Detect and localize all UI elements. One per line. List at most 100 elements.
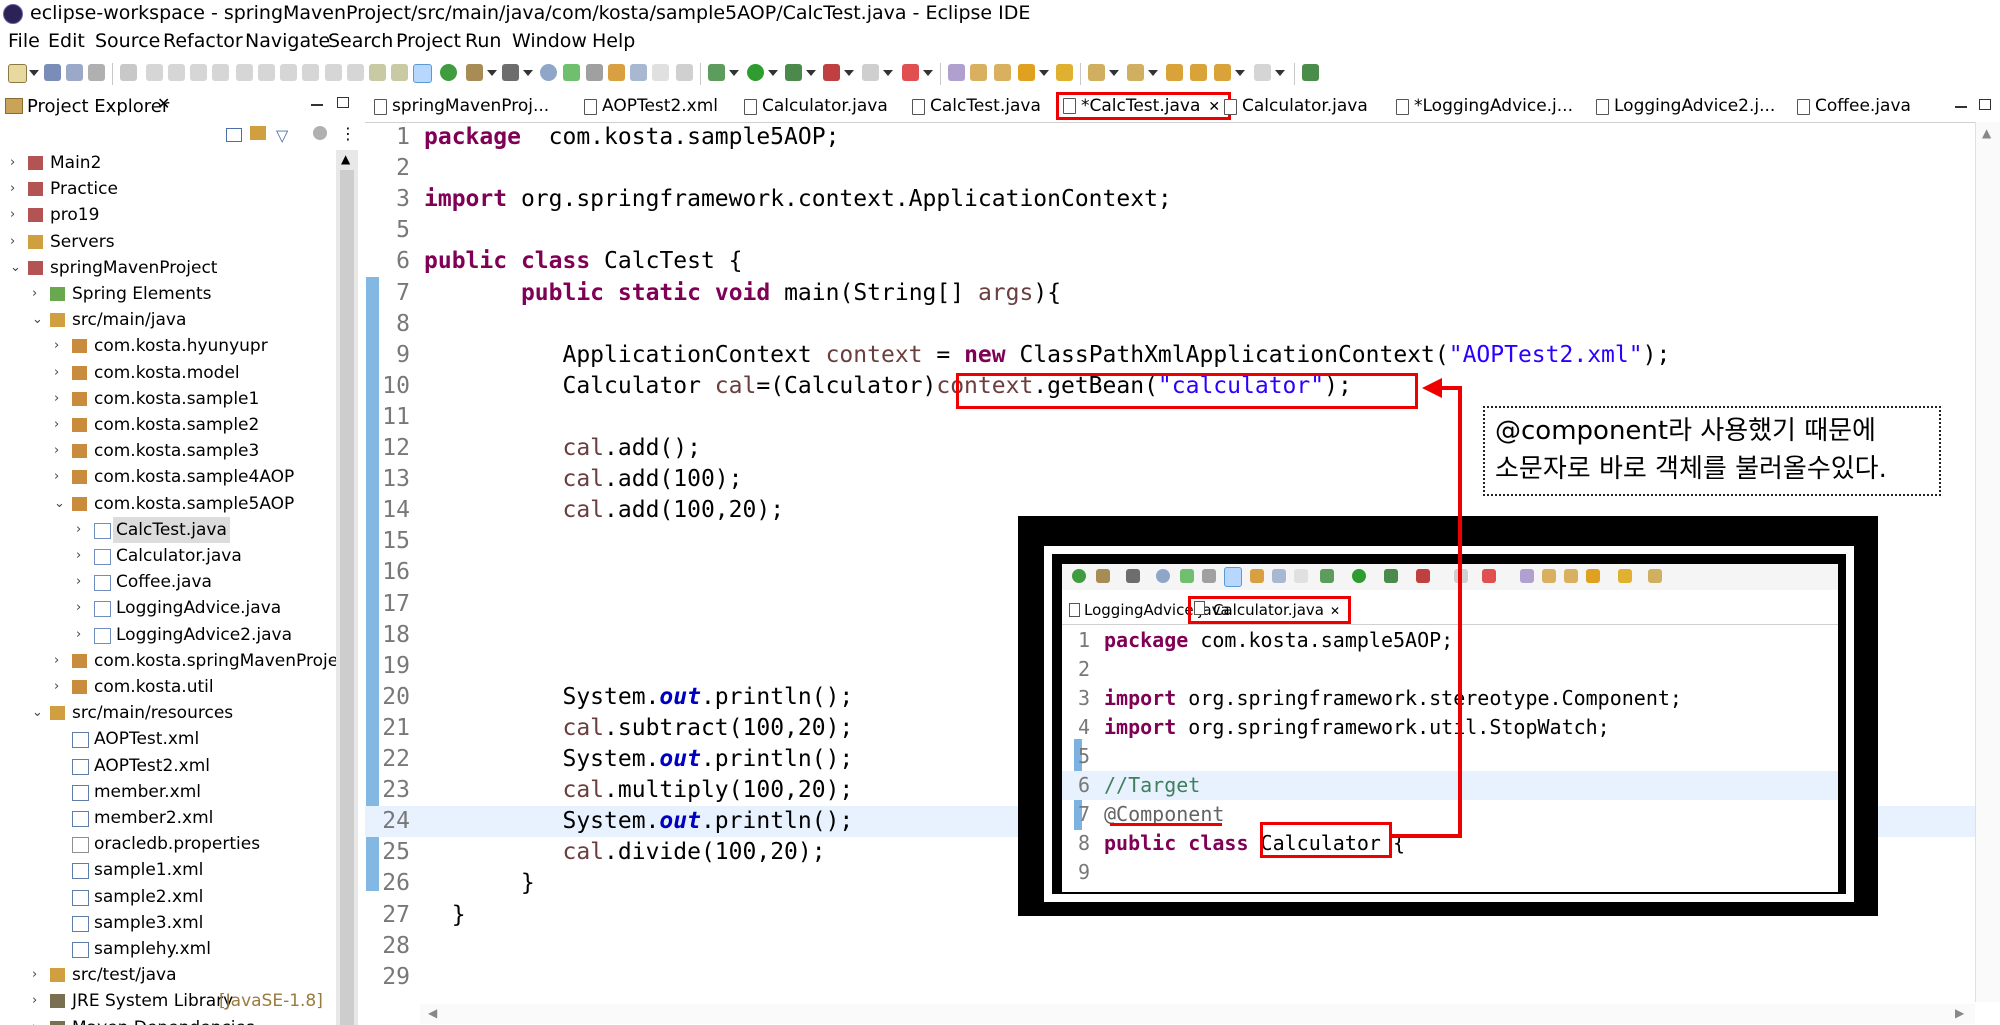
tree-item[interactable]: › Servers	[0, 229, 336, 255]
refresh-icon[interactable]	[369, 64, 386, 81]
maximize-icon[interactable]	[337, 97, 349, 108]
search-icon[interactable]	[586, 64, 603, 81]
open-folder-icon[interactable]	[970, 64, 987, 81]
tree-item[interactable]: AOPTest2.xml	[0, 753, 336, 779]
tree-item[interactable]: ⌄ src/main/resources	[0, 700, 336, 726]
tree-item[interactable]: › com.kosta.hyunyupr	[0, 333, 336, 359]
new-wizard-icon[interactable]	[948, 64, 965, 81]
chevron-down-icon[interactable]: ⌄	[32, 307, 43, 333]
link-editor-icon[interactable]	[250, 126, 266, 140]
tree-item[interactable]: member2.xml	[0, 805, 336, 831]
tab-coffee-java[interactable]: Coffee.java	[1793, 96, 1911, 116]
chevron-right-icon[interactable]: ›	[54, 438, 59, 464]
close-icon[interactable]: ✕	[157, 94, 170, 113]
tree-item[interactable]: › src/test/java	[0, 962, 336, 988]
chevron-down-icon[interactable]	[729, 70, 739, 76]
java-build-icon[interactable]	[391, 64, 408, 81]
chevron-down-icon[interactable]	[523, 70, 533, 76]
tree-item[interactable]: › com.kosta.model	[0, 360, 336, 386]
tree-item[interactable]: › Calculator.java	[0, 543, 336, 569]
filter-icon[interactable]: ▽	[276, 126, 288, 145]
suspend-icon[interactable]	[168, 64, 185, 81]
server-icon[interactable]	[902, 64, 919, 81]
chevron-down-icon[interactable]	[1235, 70, 1245, 76]
scrollbar-thumb[interactable]	[340, 170, 354, 1025]
run-icon[interactable]	[747, 64, 764, 81]
chevron-right-icon[interactable]: ›	[54, 386, 59, 412]
chevron-down-icon[interactable]	[844, 70, 854, 76]
tree-item[interactable]: › pro19	[0, 202, 336, 228]
tree-item[interactable]: member.xml	[0, 779, 336, 805]
mark-occurrences-icon[interactable]	[413, 64, 432, 83]
editor-vertical-scrollbar[interactable]: ▲	[1975, 122, 2000, 1002]
menu-source[interactable]: Source	[95, 30, 160, 52]
new-icon[interactable]	[8, 64, 27, 83]
sync-icon[interactable]	[440, 64, 457, 81]
toggle-block-icon[interactable]	[630, 64, 647, 81]
chevron-right-icon[interactable]: ›	[76, 569, 81, 595]
back-icon[interactable]	[1214, 64, 1231, 81]
chevron-down-icon[interactable]	[923, 70, 933, 76]
tree-item[interactable]: ⌄ src/main/java	[0, 307, 336, 333]
chevron-right-icon[interactable]: ›	[54, 648, 59, 674]
tree-item[interactable]: samplehy.xml	[0, 936, 336, 962]
globe-icon[interactable]	[540, 64, 557, 81]
print-icon[interactable]	[88, 64, 105, 81]
debug-icon[interactable]	[708, 64, 725, 81]
tree-item[interactable]: › com.kosta.util	[0, 674, 336, 700]
tree-item[interactable]: › Coffee.java	[0, 569, 336, 595]
new-package-icon[interactable]	[502, 64, 519, 81]
forward-icon[interactable]	[1254, 64, 1271, 81]
project-explorer-title[interactable]: Project Explorer	[27, 96, 169, 117]
menu-refactor[interactable]: Refactor	[163, 30, 243, 52]
tree-item[interactable]: › LoggingAdvice.java	[0, 595, 336, 621]
chevron-down-icon[interactable]: ⌄	[54, 491, 65, 517]
open-type-icon[interactable]	[563, 64, 580, 81]
tree-item[interactable]: › LoggingAdvice2.java	[0, 622, 336, 648]
tree-item[interactable]: › com.kosta.sample2	[0, 412, 336, 438]
chevron-down-icon[interactable]	[883, 70, 893, 76]
chevron-down-icon[interactable]	[29, 70, 39, 76]
chevron-right-icon[interactable]: ›	[54, 674, 59, 700]
view-menu-icon[interactable]: ⋮	[340, 124, 356, 143]
disconnect-icon[interactable]	[212, 64, 229, 81]
tree-item[interactable]: sample1.xml	[0, 857, 336, 883]
chevron-down-icon[interactable]	[1109, 70, 1119, 76]
use-step-filters-icon[interactable]	[325, 64, 342, 81]
terminate-icon[interactable]	[190, 64, 207, 81]
menu-edit[interactable]: Edit	[48, 30, 85, 52]
chevron-right-icon[interactable]: ›	[10, 229, 15, 255]
tree-item[interactable]: › com.kosta.sample3	[0, 438, 336, 464]
chevron-down-icon[interactable]	[1148, 70, 1158, 76]
chevron-down-icon[interactable]	[806, 70, 816, 76]
maximize-icon[interactable]	[1979, 99, 1991, 110]
pin-editor-icon[interactable]	[1302, 64, 1319, 81]
tab-springmavenproject[interactable]: springMavenProj...	[370, 96, 549, 116]
collapse-all-icon[interactable]	[226, 128, 242, 142]
chevron-right-icon[interactable]: ›	[32, 281, 37, 307]
step-over-icon[interactable]	[258, 64, 275, 81]
run-coverage-icon[interactable]	[785, 64, 802, 81]
open-folder-alt-icon[interactable]	[994, 64, 1011, 81]
tab-calctest-java[interactable]: CalcTest.java	[908, 96, 1041, 116]
skip-breakpoints-icon[interactable]	[120, 64, 137, 81]
tab-calculator-java-2[interactable]: Calculator.java	[1220, 96, 1368, 116]
annotation-icon[interactable]	[1056, 64, 1073, 81]
menu-file[interactable]: File	[8, 30, 40, 52]
menu-window[interactable]: Window	[512, 30, 587, 52]
breakpoint-icon[interactable]	[347, 64, 364, 81]
chevron-right-icon[interactable]: ›	[32, 1015, 37, 1025]
chevron-down-icon[interactable]	[1039, 70, 1049, 76]
scroll-right-icon[interactable]: ▶	[1955, 1006, 1964, 1020]
save-icon[interactable]	[44, 64, 61, 81]
chevron-down-icon[interactable]: ⌄	[10, 255, 21, 281]
chevron-down-icon[interactable]: ⌄	[32, 700, 43, 726]
last-edit-icon[interactable]	[1166, 64, 1183, 81]
chevron-right-icon[interactable]: ›	[32, 988, 37, 1014]
chevron-down-icon[interactable]	[487, 70, 497, 76]
tree-item[interactable]: › com.kosta.sample4AOP	[0, 464, 336, 490]
chevron-right-icon[interactable]: ›	[76, 543, 81, 569]
open-task-icon[interactable]	[608, 64, 625, 81]
editor-horizontal-scrollbar[interactable]: ◀ ▶	[420, 1004, 1975, 1024]
tree-item[interactable]: AOPTest.xml	[0, 726, 336, 752]
